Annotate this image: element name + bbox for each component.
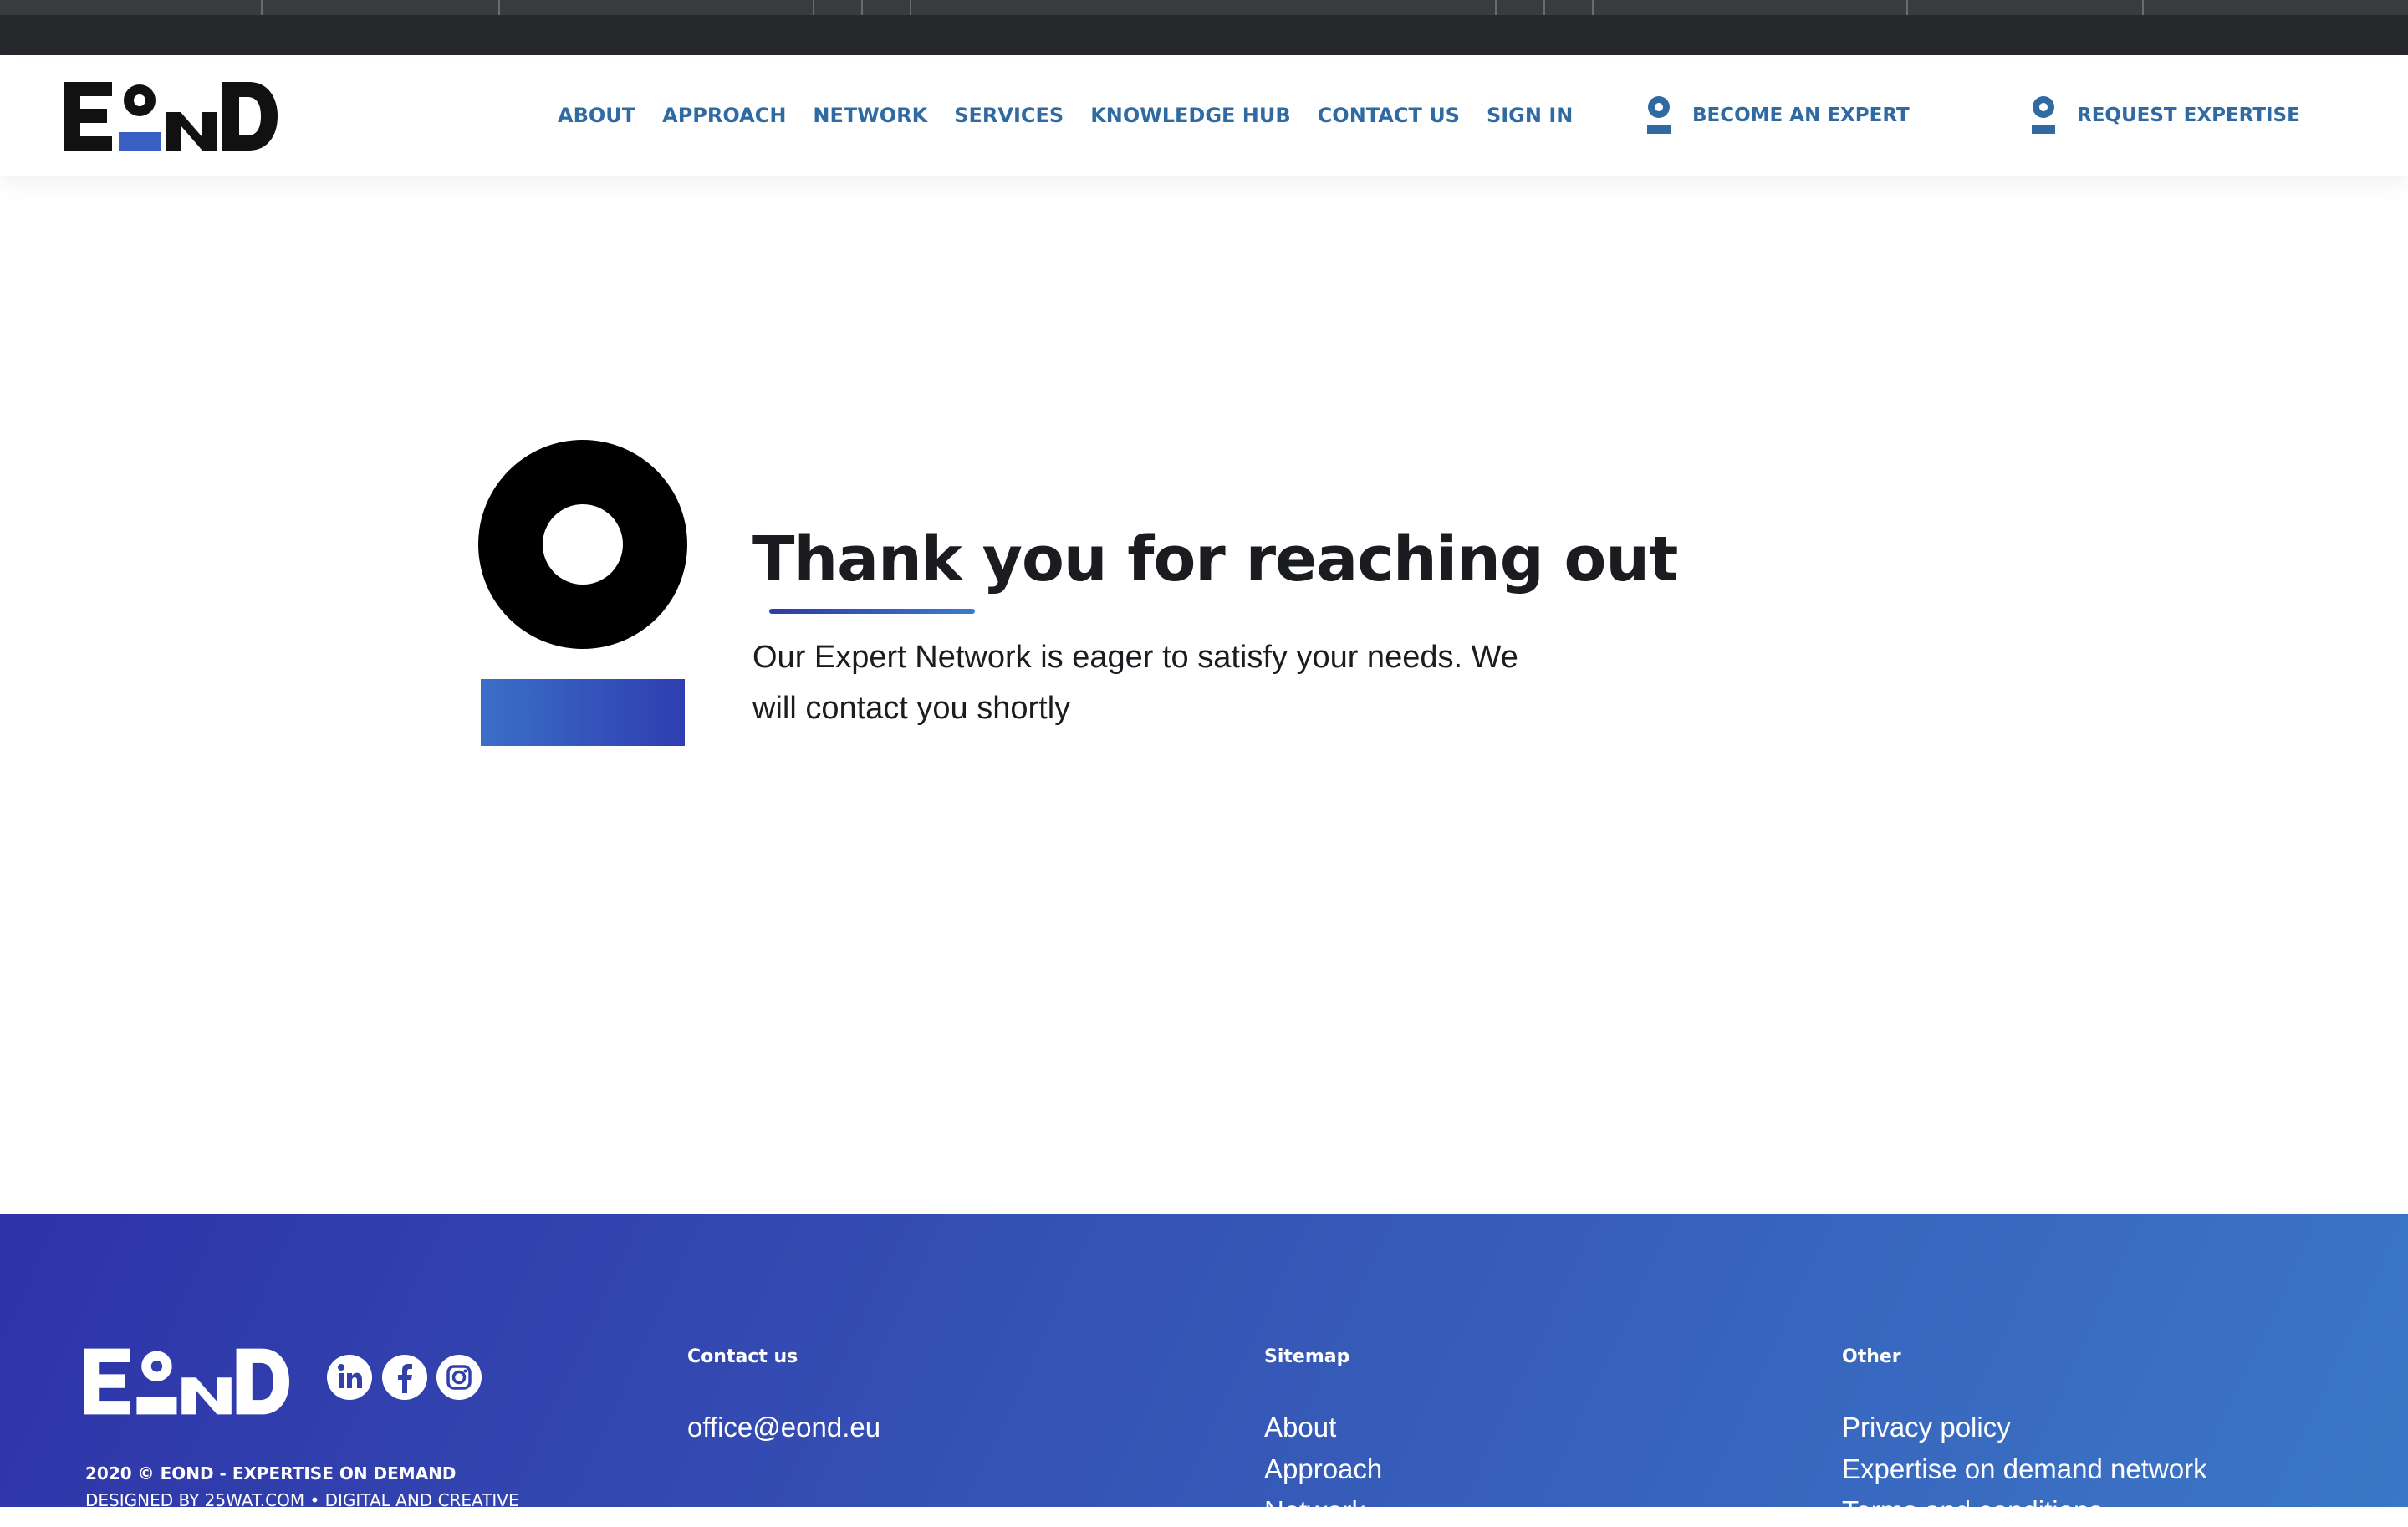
- nav-approach[interactable]: APPROACH: [662, 104, 786, 127]
- nav-knowledge-hub[interactable]: KNOWLEDGE HUB: [1090, 104, 1290, 127]
- tab-separator: [861, 0, 863, 15]
- footer-eond-logo[interactable]: [84, 1348, 289, 1415]
- eond-logo[interactable]: [64, 82, 278, 151]
- tab-separator: [910, 0, 911, 15]
- footer-copyright: 2020 © EOND - EXPERTISE ON DEMAND: [85, 1463, 457, 1484]
- footer-expertise-network[interactable]: Expertise on demand network: [1842, 1453, 2207, 1485]
- become-expert-button[interactable]: BECOME AN EXPERT: [1645, 94, 1910, 137]
- tab-separator: [1495, 0, 1497, 15]
- nav-contact-us[interactable]: CONTACT US: [1318, 104, 1460, 127]
- tab-separator: [1543, 0, 1545, 15]
- request-expertise-button[interactable]: REQUEST EXPERTISE: [2030, 94, 2300, 137]
- main-nav: ABOUT APPROACH NETWORK SERVICES KNOWLEDG…: [558, 55, 1599, 176]
- become-expert-label: BECOME AN EXPERT: [1692, 105, 1910, 126]
- nav-network[interactable]: NETWORK: [813, 104, 927, 127]
- tab-separator: [261, 0, 263, 15]
- footer-sitemap-title: Sitemap: [1264, 1346, 1350, 1367]
- tab-separator: [2142, 0, 2144, 15]
- footer-sitemap-approach[interactable]: Approach: [1264, 1453, 1382, 1485]
- footer-contact-title: Contact us: [687, 1346, 798, 1367]
- footer-sitemap-network[interactable]: Network: [1264, 1495, 1365, 1527]
- nav-sign-in[interactable]: SIGN IN: [1487, 104, 1573, 127]
- confirmation-message: Our Expert Network is eager to satisfy y…: [752, 640, 1518, 726]
- site-header: ABOUT APPROACH NETWORK SERVICES KNOWLEDG…: [0, 55, 2408, 176]
- request-expertise-label: REQUEST EXPERTISE: [2077, 105, 2300, 126]
- footer-privacy-policy[interactable]: Privacy policy: [1842, 1412, 2011, 1443]
- linkedin-icon[interactable]: [327, 1355, 372, 1400]
- title-underline: [769, 609, 975, 614]
- nav-services[interactable]: SERVICES: [954, 104, 1064, 127]
- tab-separator: [498, 0, 500, 15]
- browser-tab-row: [0, 0, 2408, 15]
- site-footer: 2020 © EOND - EXPERTISE ON DEMAND DESIGN…: [0, 1214, 2408, 1526]
- person-pin-icon: [1647, 96, 1671, 134]
- tab-separator: [813, 0, 814, 15]
- tab-separator: [1906, 0, 1908, 15]
- facebook-icon[interactable]: [382, 1355, 427, 1400]
- browser-top-strip: [0, 0, 2408, 55]
- footer-sitemap-about[interactable]: About: [1264, 1412, 1336, 1443]
- nav-about[interactable]: ABOUT: [558, 104, 635, 127]
- footer-terms[interactable]: Terms and conditions: [1842, 1495, 2103, 1527]
- footer-other-title: Other: [1842, 1346, 1901, 1367]
- tab-separator: [1592, 0, 1594, 15]
- eond-o-mark-icon: [478, 440, 687, 746]
- footer-designed-by[interactable]: DESIGNED BY 25WAT.COM • DIGITAL AND CREA…: [85, 1490, 519, 1510]
- page-title: Thank you for reaching out: [752, 523, 1678, 595]
- footer-email-link[interactable]: office@eond.eu: [687, 1412, 880, 1443]
- instagram-icon[interactable]: [436, 1355, 482, 1400]
- person-pin-icon: [2032, 96, 2055, 134]
